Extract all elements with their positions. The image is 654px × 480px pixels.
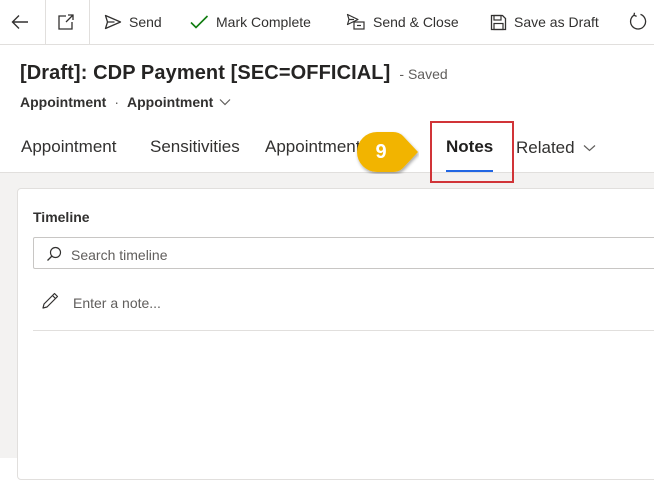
refresh-icon [629, 12, 647, 30]
search-icon [46, 246, 62, 267]
send-label: Send [129, 14, 162, 30]
back-button[interactable] [11, 0, 31, 44]
save-status: - Saved [399, 66, 448, 82]
form-selector-label: Appointment [127, 94, 214, 110]
record-subtitle: Appointment · Appointment [20, 94, 231, 110]
mark-complete-button[interactable]: Mark Complete [189, 0, 311, 44]
tab-appointment[interactable]: Appointment [21, 128, 116, 168]
send-button[interactable]: Send [104, 0, 162, 44]
notes-tab-highlight [430, 121, 514, 183]
toolbar-divider [45, 0, 46, 44]
open-in-new-window-button[interactable] [57, 0, 77, 44]
tab-list: Appointment Sensitivities Appointment No… [0, 128, 654, 172]
record-header: [Draft]: CDP Payment [SEC=OFFICIAL] - Sa… [20, 62, 448, 85]
send-close-icon [346, 13, 365, 30]
back-arrow-icon [11, 15, 28, 29]
save-as-draft-button[interactable]: Save as Draft [490, 0, 599, 44]
tab-sensitivities[interactable]: Sensitivities [150, 128, 240, 168]
step-number: 9 [375, 141, 387, 163]
toolbar-divider [89, 0, 90, 44]
record-title: [Draft]: CDP Payment [SEC=OFFICIAL] [20, 62, 391, 84]
popout-icon [58, 14, 74, 30]
mark-complete-label: Mark Complete [216, 14, 311, 30]
note-divider [33, 330, 654, 331]
subtitle-separator: · [114, 94, 119, 110]
chevron-down-icon [219, 98, 231, 106]
send-and-close-label: Send & Close [373, 14, 459, 30]
entity-type-label: Appointment [20, 94, 107, 110]
timeline-heading: Timeline [33, 209, 90, 225]
tab-related[interactable]: Related [516, 128, 596, 168]
refresh-button[interactable] [628, 0, 648, 44]
send-icon [104, 14, 122, 30]
command-bar: Send Mark Complete Send & Close Save as … [0, 0, 654, 45]
form-selector[interactable]: Appointment [127, 94, 231, 110]
tab-related-label: Related [516, 138, 575, 157]
note-input[interactable]: Enter a note... [73, 295, 161, 311]
chevron-down-icon [583, 145, 596, 152]
save-icon [490, 14, 507, 30]
checkmark-icon [190, 15, 209, 29]
send-and-close-button[interactable]: Send & Close [346, 0, 459, 44]
search-placeholder: Search timeline [71, 247, 168, 263]
pencil-icon [41, 291, 60, 315]
save-as-draft-label: Save as Draft [514, 14, 599, 30]
timeline-card [17, 188, 654, 480]
